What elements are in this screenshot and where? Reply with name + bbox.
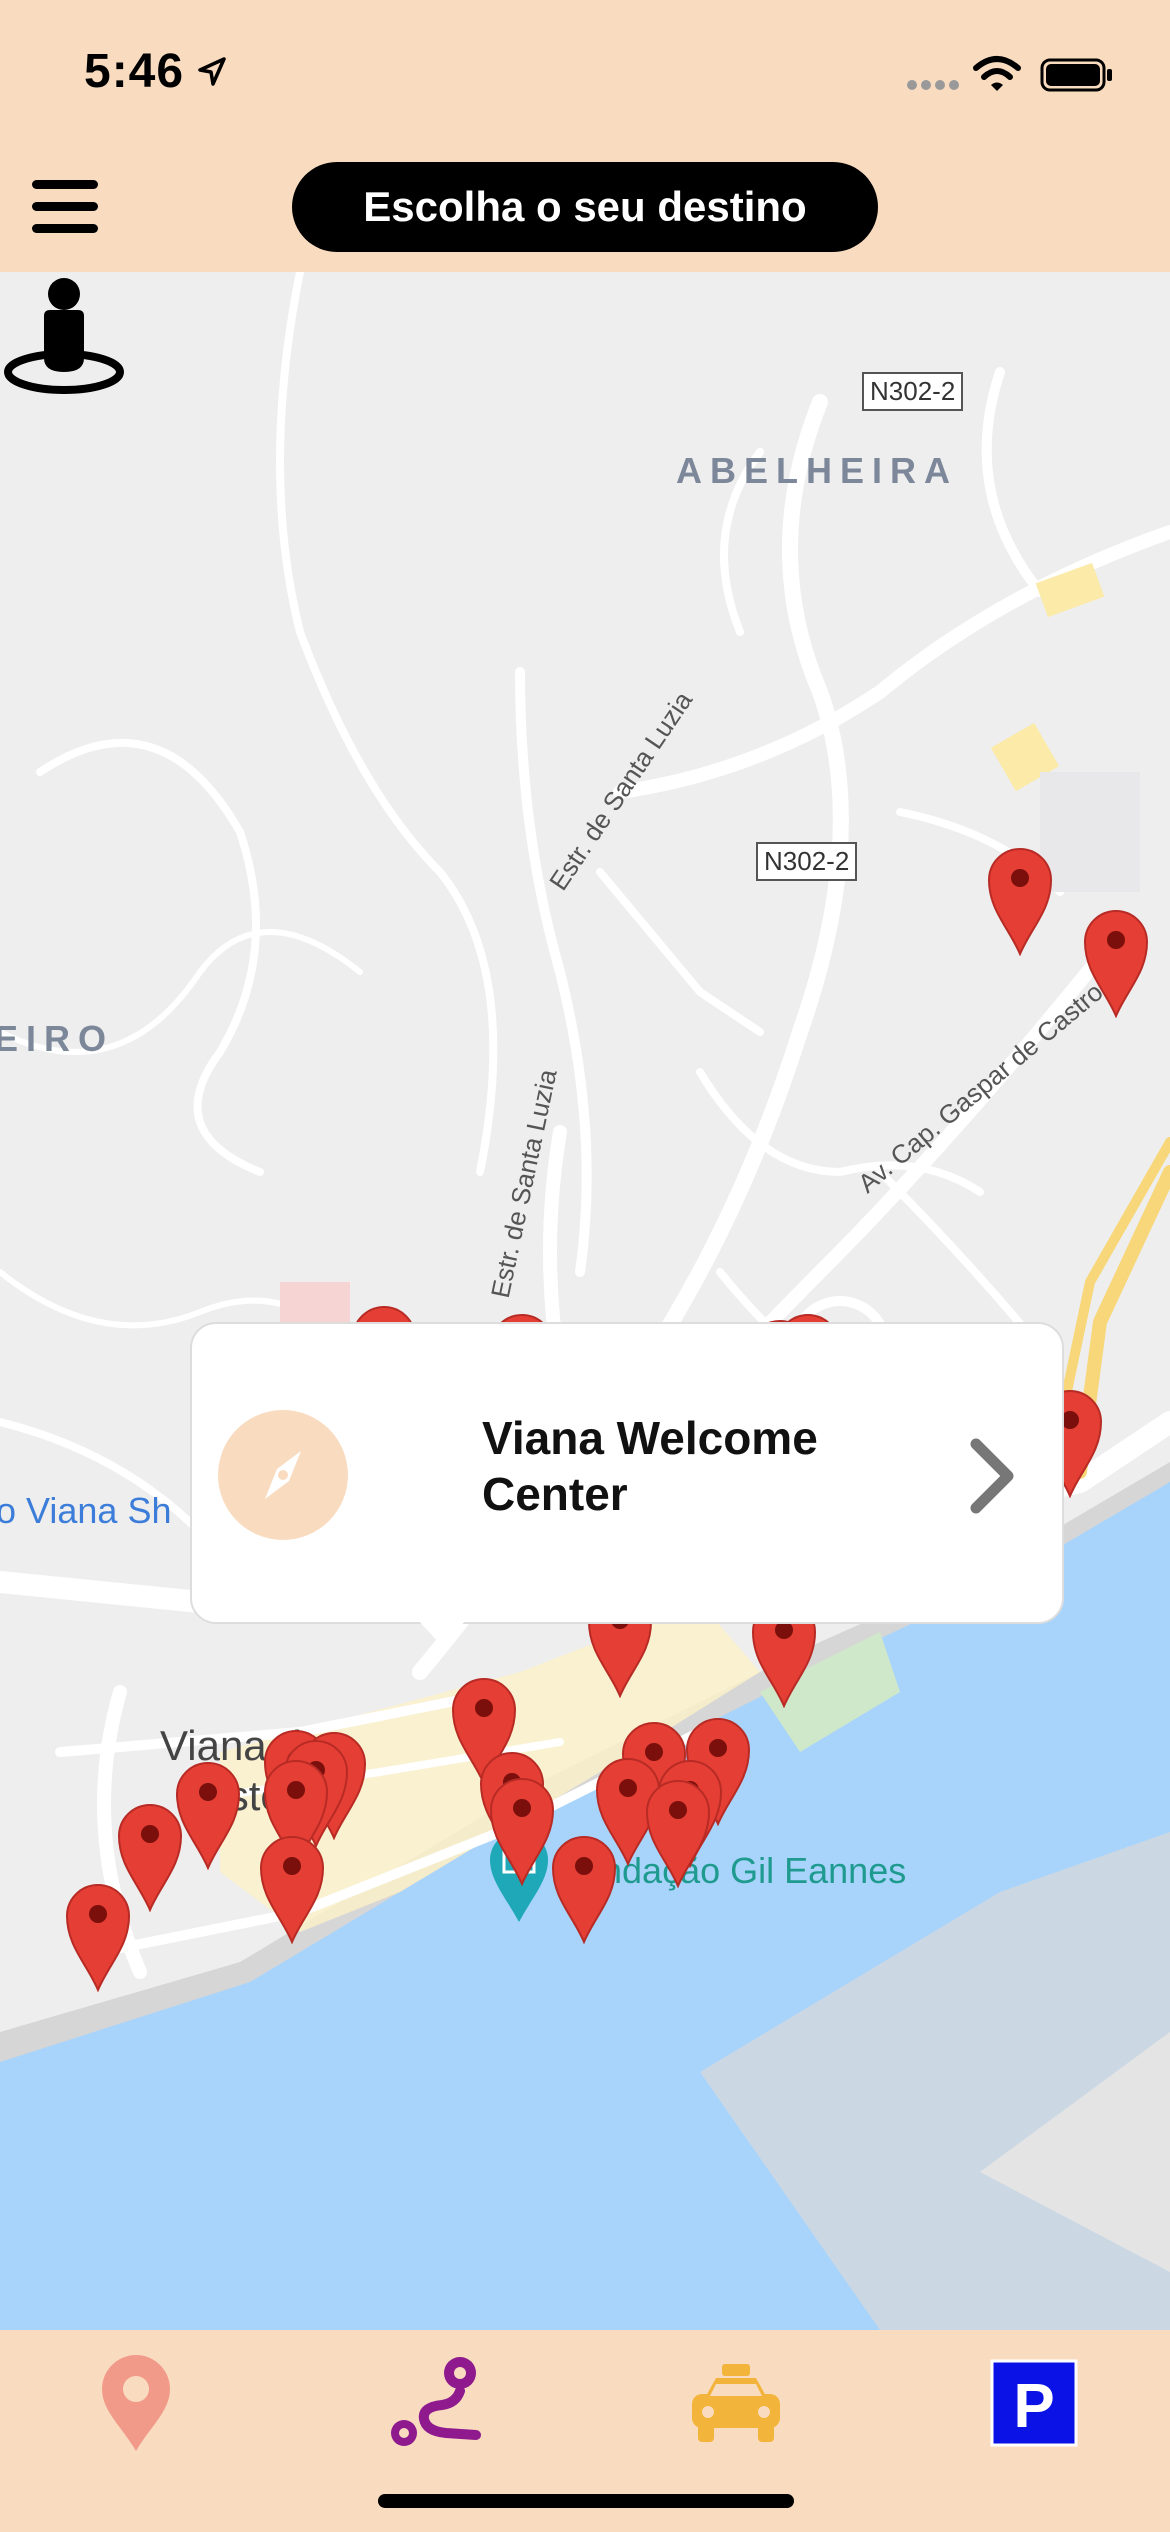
tab-places[interactable] <box>76 2348 196 2458</box>
road-shield: N302-2 <box>756 842 858 881</box>
poi-label-shopping[interactable]: o Viana Sh <box>0 1490 171 1532</box>
status-bar: 5:46 <box>0 0 1170 150</box>
compass-icon <box>218 1410 348 1540</box>
parking-icon: P <box>990 2359 1078 2447</box>
callout-title: Viana Welcome Center <box>482 1412 818 1520</box>
home-indicator <box>378 2494 794 2508</box>
signal-icon <box>907 80 959 90</box>
status-time: 5:46 <box>84 45 185 98</box>
map-pin[interactable] <box>985 844 1055 956</box>
svg-text:P: P <box>1013 2372 1054 2441</box>
chevron-right-icon[interactable] <box>966 1436 1016 1516</box>
map-pin[interactable] <box>549 1832 619 1944</box>
map-view[interactable]: ABELHEIRA EIRO N302-2 N302-2 Estr. de Sa… <box>0 272 1170 2330</box>
tab-routes[interactable] <box>376 2348 496 2458</box>
place-callout[interactable]: Viana Welcome Center <box>190 1322 1064 1624</box>
area-label-eiro: EIRO <box>0 1018 115 1059</box>
route-icon <box>391 2357 481 2446</box>
nav-bar: Escolha o seu destino <box>0 150 1170 272</box>
map-pin[interactable] <box>63 1880 133 1992</box>
road-shield: N302-2 <box>862 372 964 411</box>
area-label-abelheira: ABELHEIRA <box>676 450 959 491</box>
user-location-icon[interactable] <box>0 272 128 396</box>
battery-icon <box>1040 58 1112 92</box>
location-arrow-icon <box>198 57 226 86</box>
wifi-icon <box>973 56 1021 91</box>
callout-pointer <box>416 1618 468 1646</box>
map-pin[interactable] <box>257 1832 327 1944</box>
choose-destination-button[interactable]: Escolha o seu destino <box>292 162 878 252</box>
tab-parking[interactable]: P <box>974 2348 1094 2458</box>
map-base <box>0 272 1170 2330</box>
map-pin[interactable] <box>487 1774 557 1886</box>
map-pin[interactable] <box>1081 906 1151 1018</box>
hamburger-menu-icon[interactable] <box>32 180 102 240</box>
map-pin[interactable] <box>643 1776 713 1888</box>
map-pin-icon <box>102 2355 170 2451</box>
taxi-icon <box>692 2364 780 2442</box>
tab-taxi[interactable] <box>676 2348 796 2458</box>
